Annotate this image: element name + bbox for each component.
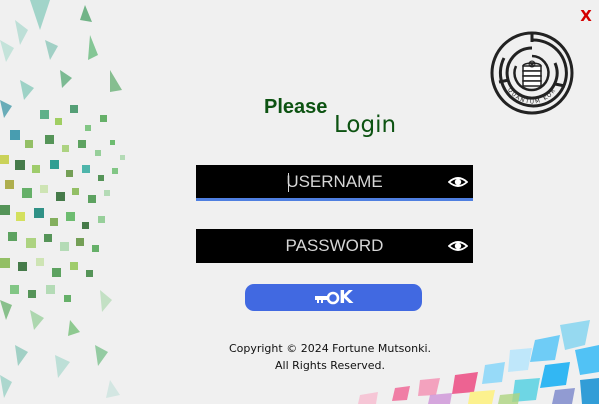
password-input[interactable]: [196, 229, 473, 263]
ok-button[interactable]: K: [245, 284, 422, 311]
eye-icon[interactable]: [448, 237, 468, 255]
copyright-line: Copyright © 2024 Fortune Mutsonki.: [228, 342, 432, 355]
text-caret: [288, 173, 289, 192]
ok-button-label: K: [339, 287, 353, 308]
rights-line: All Rights Reserved.: [274, 359, 386, 372]
username-input[interactable]: [196, 165, 473, 198]
key-icon: [315, 291, 340, 304]
heading-login: Login: [334, 112, 397, 138]
copyright-text: Copyright © 2024 Fortune Mutsonki. All R…: [200, 340, 460, 374]
username-field-container: [196, 165, 473, 201]
brand-logo: QUANTUM KOR: [490, 31, 574, 115]
heading-please: Please: [264, 96, 328, 118]
eye-icon[interactable]: [448, 173, 468, 191]
close-button[interactable]: X: [578, 7, 594, 25]
password-field-container: [196, 229, 473, 263]
